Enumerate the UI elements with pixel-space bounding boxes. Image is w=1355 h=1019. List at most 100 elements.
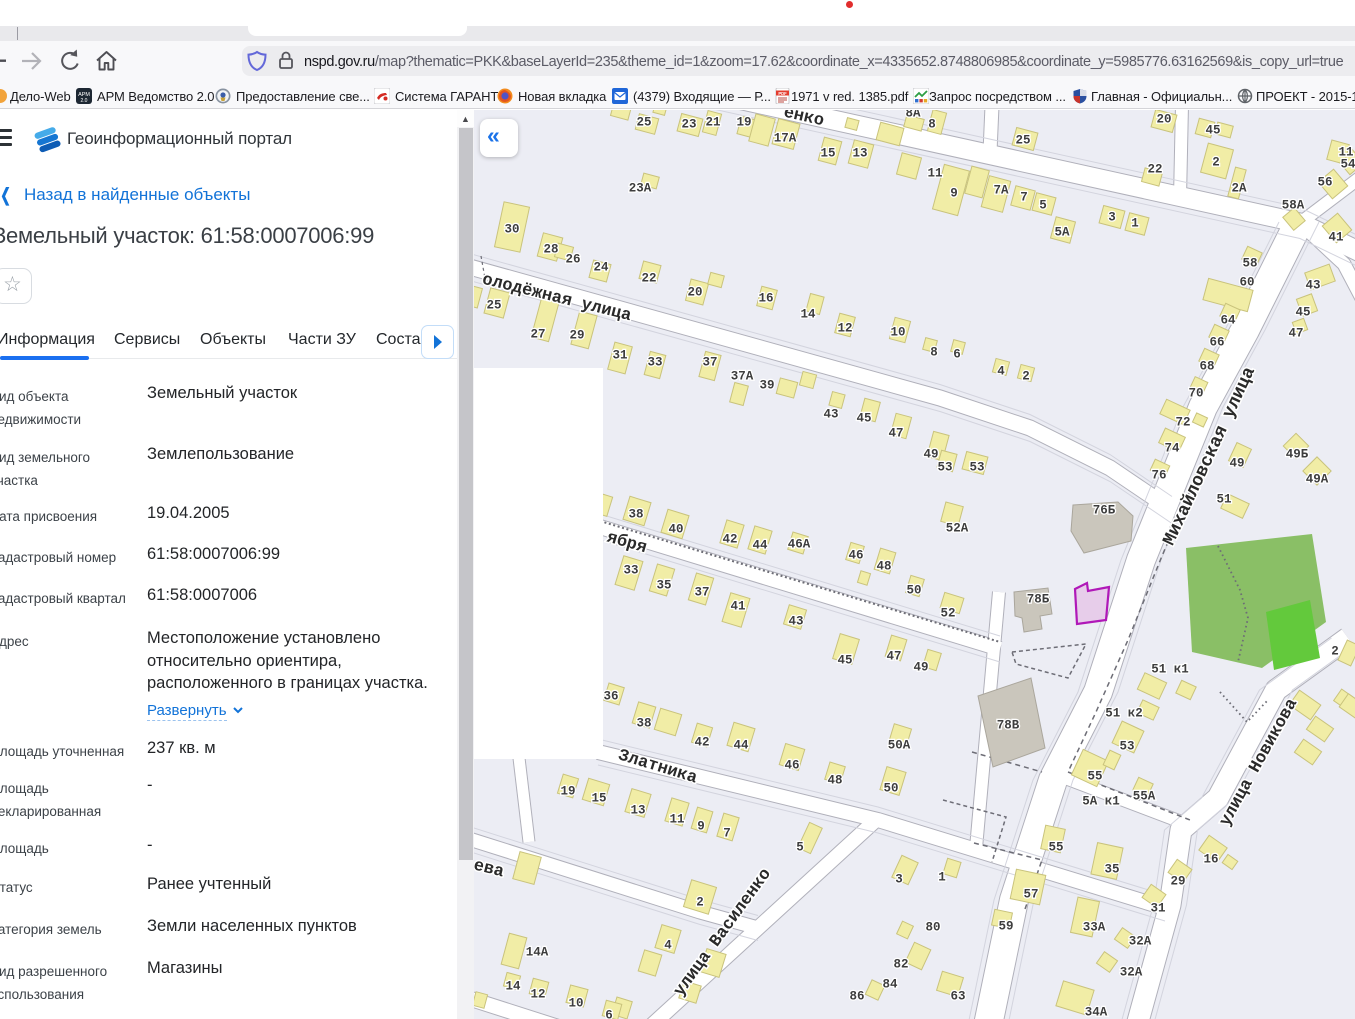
svg-text:25: 25 xyxy=(486,299,501,313)
svg-text:36: 36 xyxy=(603,690,618,704)
svg-text:6: 6 xyxy=(953,348,961,362)
svg-text:25: 25 xyxy=(636,116,651,130)
svg-text:27: 27 xyxy=(530,328,545,342)
svg-text:53: 53 xyxy=(969,461,984,475)
svg-text:11: 11 xyxy=(669,813,684,827)
svg-text:57: 57 xyxy=(1023,888,1038,902)
svg-text:82: 82 xyxy=(893,958,908,972)
svg-text:37: 37 xyxy=(694,586,709,600)
svg-text:40: 40 xyxy=(668,523,683,537)
svg-text:4: 4 xyxy=(664,939,672,953)
svg-text:3: 3 xyxy=(1108,211,1116,225)
svg-text:2А: 2А xyxy=(1231,182,1247,196)
svg-text:45: 45 xyxy=(1295,306,1310,320)
svg-text:55А: 55А xyxy=(1133,790,1156,804)
svg-text:49: 49 xyxy=(1229,457,1244,471)
svg-text:52: 52 xyxy=(940,607,955,621)
svg-text:84: 84 xyxy=(882,978,898,992)
svg-text:44: 44 xyxy=(733,739,749,753)
svg-text:63: 63 xyxy=(950,990,965,1004)
svg-text:19: 19 xyxy=(736,116,751,130)
svg-text:34А: 34А xyxy=(1085,1006,1108,1019)
svg-text:55: 55 xyxy=(1087,770,1102,784)
svg-text:7А: 7А xyxy=(993,184,1009,198)
svg-text:14: 14 xyxy=(800,308,816,322)
svg-text:5: 5 xyxy=(1039,199,1047,213)
svg-text:48: 48 xyxy=(827,774,842,788)
svg-text:43: 43 xyxy=(823,408,838,422)
svg-text:9: 9 xyxy=(950,187,958,201)
svg-text:66: 66 xyxy=(1209,336,1224,350)
svg-text:58: 58 xyxy=(1242,257,1257,271)
svg-text:32А: 32А xyxy=(1120,966,1143,980)
svg-text:6: 6 xyxy=(605,1009,613,1019)
svg-text:53: 53 xyxy=(1119,740,1134,754)
svg-text:47: 47 xyxy=(886,650,901,664)
svg-text:35: 35 xyxy=(1104,863,1119,877)
svg-text:43: 43 xyxy=(1305,279,1320,293)
svg-text:30: 30 xyxy=(504,223,519,237)
svg-text:51 к1: 51 к1 xyxy=(1151,663,1189,677)
svg-text:55: 55 xyxy=(1048,841,1063,855)
svg-text:2: 2 xyxy=(1022,370,1030,384)
svg-text:50: 50 xyxy=(906,584,921,598)
svg-text:52А: 52А xyxy=(946,522,969,536)
svg-text:19: 19 xyxy=(560,785,575,799)
svg-text:16: 16 xyxy=(1203,853,1218,867)
svg-text:39: 39 xyxy=(759,379,774,393)
svg-text:13: 13 xyxy=(852,147,867,161)
svg-text:4: 4 xyxy=(997,365,1005,379)
svg-text:31: 31 xyxy=(1150,902,1165,916)
svg-text:2: 2 xyxy=(1212,156,1220,170)
svg-text:PDF: PDF xyxy=(778,91,787,96)
svg-text:72: 72 xyxy=(1175,416,1190,430)
svg-text:2: 2 xyxy=(696,896,704,910)
svg-text:56: 56 xyxy=(1317,176,1332,190)
svg-text:15: 15 xyxy=(820,147,835,161)
svg-text:74: 74 xyxy=(1164,442,1180,456)
svg-text:33: 33 xyxy=(647,356,662,370)
svg-text:37: 37 xyxy=(702,356,717,370)
svg-text:28: 28 xyxy=(543,243,558,257)
svg-text:50А: 50А xyxy=(888,739,911,753)
svg-text:7: 7 xyxy=(723,827,731,841)
svg-text:15: 15 xyxy=(591,792,606,806)
svg-text:14: 14 xyxy=(505,980,521,994)
svg-text:3: 3 xyxy=(895,873,903,887)
svg-text:76Б: 76Б xyxy=(1093,504,1116,518)
svg-text:5А: 5А xyxy=(1054,226,1070,240)
svg-text:51: 51 xyxy=(1216,493,1231,507)
svg-text:12: 12 xyxy=(837,322,852,336)
svg-text:49: 49 xyxy=(913,661,928,675)
svg-text:50: 50 xyxy=(883,782,898,796)
svg-text:22: 22 xyxy=(1147,163,1162,177)
svg-text:13: 13 xyxy=(630,804,645,818)
svg-text:23А: 23А xyxy=(629,182,652,196)
svg-text:76: 76 xyxy=(1151,469,1166,483)
svg-text:45: 45 xyxy=(1205,124,1220,138)
svg-text:45: 45 xyxy=(856,412,871,426)
svg-text:8: 8 xyxy=(930,346,938,360)
svg-text:10: 10 xyxy=(568,997,583,1011)
svg-text:70: 70 xyxy=(1188,387,1203,401)
svg-text:53: 53 xyxy=(937,461,952,475)
svg-text:68: 68 xyxy=(1199,360,1214,374)
svg-text:41: 41 xyxy=(730,600,745,614)
svg-text:38: 38 xyxy=(636,717,651,731)
svg-text:41: 41 xyxy=(1328,231,1343,245)
svg-text:46: 46 xyxy=(848,549,863,563)
svg-text:33: 33 xyxy=(623,564,638,578)
svg-text:14А: 14А xyxy=(526,946,549,960)
svg-text:58А: 58А xyxy=(1282,199,1305,213)
svg-text:46А: 46А xyxy=(788,538,811,552)
svg-text:80: 80 xyxy=(925,921,940,935)
svg-text:8А: 8А xyxy=(905,110,921,121)
svg-text:9: 9 xyxy=(697,820,705,834)
svg-text:37А: 37А xyxy=(731,370,754,384)
svg-text:11: 11 xyxy=(927,167,942,181)
svg-text:29: 29 xyxy=(1170,875,1185,889)
svg-text:20: 20 xyxy=(687,286,702,300)
svg-text:32А: 32А xyxy=(1129,935,1152,949)
svg-text:49Б: 49Б xyxy=(1286,448,1309,462)
svg-text:22: 22 xyxy=(641,272,656,286)
